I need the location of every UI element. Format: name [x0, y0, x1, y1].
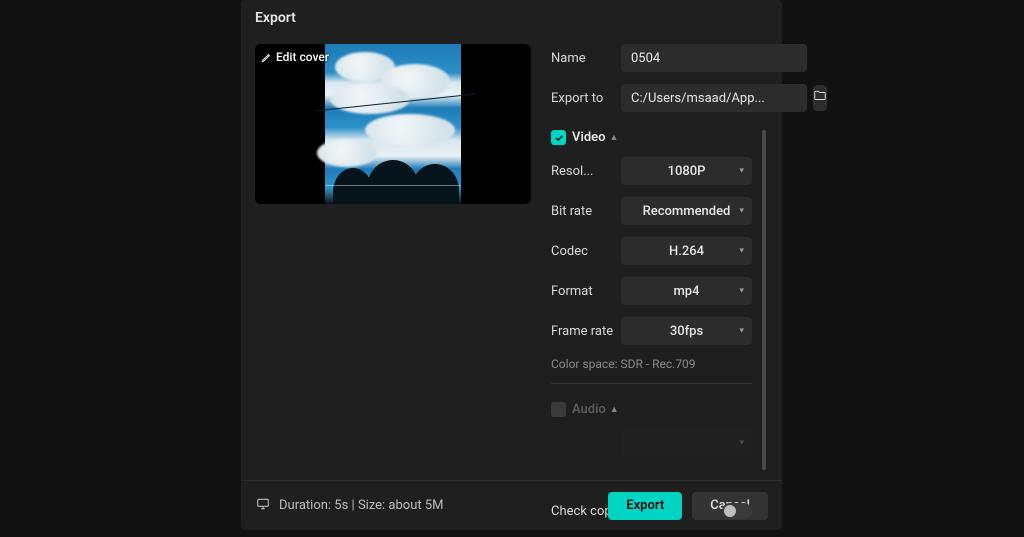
- video-checkbox[interactable]: [551, 130, 566, 145]
- framerate-label: Frame rate: [551, 324, 621, 339]
- chevron-down-icon: ▾: [739, 246, 744, 256]
- settings-scrollbar[interactable]: [762, 130, 768, 470]
- copyright-toggle[interactable]: [722, 503, 752, 519]
- dialog-footer: Duration: 5s | Size: about 5M Export Can…: [241, 480, 782, 530]
- chevron-down-icon: ▾: [739, 326, 744, 336]
- name-row: Name: [551, 44, 752, 72]
- audio-section-header[interactable]: Audio ▲: [551, 402, 752, 417]
- cover-image: [325, 44, 461, 204]
- name-label: Name: [551, 51, 621, 66]
- resolution-select[interactable]: 1080P ▾: [621, 157, 752, 185]
- chevron-down-icon: ▾: [739, 438, 744, 448]
- pencil-icon: [261, 52, 272, 63]
- footer-info-text: Duration: 5s | Size: about 5M: [279, 498, 444, 513]
- audio-option-row: ▾: [551, 429, 752, 457]
- codec-row: Codec H.264 ▾: [551, 237, 752, 265]
- chevron-down-icon: ▾: [739, 166, 744, 176]
- format-row: Format mp4 ▾: [551, 277, 752, 305]
- video-section-label: Video: [572, 130, 606, 145]
- export-button[interactable]: Export: [608, 492, 682, 520]
- browse-folder-button[interactable]: [813, 85, 827, 111]
- chevron-down-icon: ▾: [739, 206, 744, 216]
- folder-icon: [813, 89, 827, 107]
- color-space-info: Color space: SDR - Rec.709: [551, 357, 752, 371]
- settings-panel: Name Export to Video: [551, 44, 760, 480]
- export-to-input[interactable]: [621, 84, 807, 112]
- format-select[interactable]: mp4 ▾: [621, 277, 752, 305]
- resolution-label: Resol...: [551, 164, 621, 179]
- framerate-row: Frame rate 30fps ▾: [551, 317, 752, 345]
- export-to-label: Export to: [551, 91, 621, 106]
- bitrate-select[interactable]: Recommended ▾: [621, 197, 752, 225]
- bitrate-row: Bit rate Recommended ▾: [551, 197, 752, 225]
- framerate-select[interactable]: 30fps ▾: [621, 317, 752, 345]
- audio-checkbox[interactable]: [551, 402, 566, 417]
- audio-section-label: Audio: [572, 402, 606, 417]
- section-divider: [551, 383, 752, 384]
- chevron-up-icon: ▲: [610, 404, 619, 415]
- video-section-header[interactable]: Video ▲: [551, 130, 752, 145]
- chevron-up-icon: ▲: [610, 132, 619, 143]
- format-label: Format: [551, 284, 621, 299]
- settings-column: Name Export to Video: [551, 44, 768, 480]
- audio-option-select: ▾: [621, 429, 752, 457]
- scrollbar-thumb[interactable]: [762, 130, 766, 470]
- dialog-title: Export: [241, 0, 782, 34]
- name-input[interactable]: [621, 44, 807, 72]
- cover-preview[interactable]: Edit cover: [255, 44, 531, 204]
- chevron-down-icon: ▾: [739, 286, 744, 296]
- footer-info: Duration: 5s | Size: about 5M: [255, 497, 598, 515]
- export-to-row: Export to: [551, 84, 752, 112]
- export-dialog: Export Edit cover: [241, 0, 782, 530]
- codec-label: Codec: [551, 244, 621, 259]
- preview-column: Edit cover: [255, 44, 531, 480]
- edit-cover-label: Edit cover: [276, 50, 329, 64]
- codec-select[interactable]: H.264 ▾: [621, 237, 752, 265]
- edit-cover-button[interactable]: Edit cover: [261, 50, 329, 64]
- dialog-body: Edit cover Name Export to: [241, 34, 782, 480]
- bitrate-label: Bit rate: [551, 204, 621, 219]
- toggle-knob: [724, 505, 736, 517]
- resolution-row: Resol... 1080P ▾: [551, 157, 752, 185]
- display-icon: [255, 497, 271, 515]
